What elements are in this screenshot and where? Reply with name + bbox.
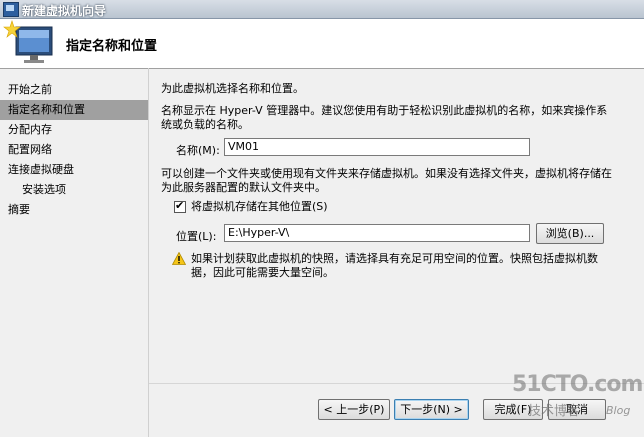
wizard-steps-nav: 开始之前 指定名称和位置 分配内存 配置网络 连接虚拟硬盘 安装选项 摘要 (0, 80, 148, 220)
page-title: 指定名称和位置 (66, 39, 158, 54)
watermark-blog: Blog (606, 404, 631, 417)
name-label: 名称(M): (176, 144, 220, 157)
monitor-wizard-icon (3, 20, 53, 63)
warning-icon (172, 252, 186, 265)
nav-step-install-options[interactable]: 安装选项 (0, 180, 148, 200)
intro-text: 为此虚拟机选择名称和位置。 (161, 82, 304, 95)
wizard-header: 指定名称和位置 (0, 19, 644, 69)
vm-name-input[interactable]: VM01 (224, 138, 530, 156)
watermark-sub: 技术博客 (528, 404, 581, 419)
name-hint-line2: 统或负载的名称。 (161, 118, 249, 131)
nav-step-summary[interactable]: 摘要 (0, 200, 148, 220)
folder-hint-line1: 可以创建一个文件夹或使用现有文件夹来存储虚拟机。如果没有选择文件夹，虚拟机将存储… (161, 167, 612, 180)
location-label: 位置(L): (176, 230, 217, 243)
nav-step-memory[interactable]: 分配内存 (0, 120, 148, 140)
window-app-icon (3, 2, 19, 17)
nav-step-network[interactable]: 配置网络 (0, 140, 148, 160)
store-elsewhere-checkbox[interactable] (174, 199, 186, 213)
warning-line2: 据，因此可能需要大量空间。 (191, 266, 334, 279)
next-button[interactable]: 下一步(N) > (394, 399, 469, 420)
nav-step-before-you-begin[interactable]: 开始之前 (0, 80, 148, 100)
name-hint-line1: 名称显示在 Hyper-V 管理器中。建议您使用有助于轻松识别此虚拟机的名称，如… (161, 104, 608, 117)
watermark-brand: 51CTO.com (512, 372, 643, 397)
location-input[interactable]: E:\Hyper-V\ (224, 224, 530, 242)
warning-line1: 如果计划获取此虚拟机的快照，请选择具有充足可用空间的位置。快照包括虚拟机数 (191, 252, 598, 265)
browse-button[interactable]: 浏览(B)... (536, 223, 604, 244)
nav-step-virtual-disk[interactable]: 连接虚拟硬盘 (0, 160, 148, 180)
nav-step-name-location[interactable]: 指定名称和位置 (0, 100, 148, 120)
store-elsewhere-label[interactable]: 将虚拟机存储在其他位置(S) (191, 200, 328, 214)
previous-button[interactable]: < 上一步(P) (318, 399, 390, 420)
folder-hint-line2: 为此服务器配置的默认文件夹中。 (161, 181, 326, 194)
title-bar: 新建虚拟机向导 (0, 0, 644, 19)
nav-divider (148, 68, 149, 437)
window-title: 新建虚拟机向导 (22, 4, 107, 18)
